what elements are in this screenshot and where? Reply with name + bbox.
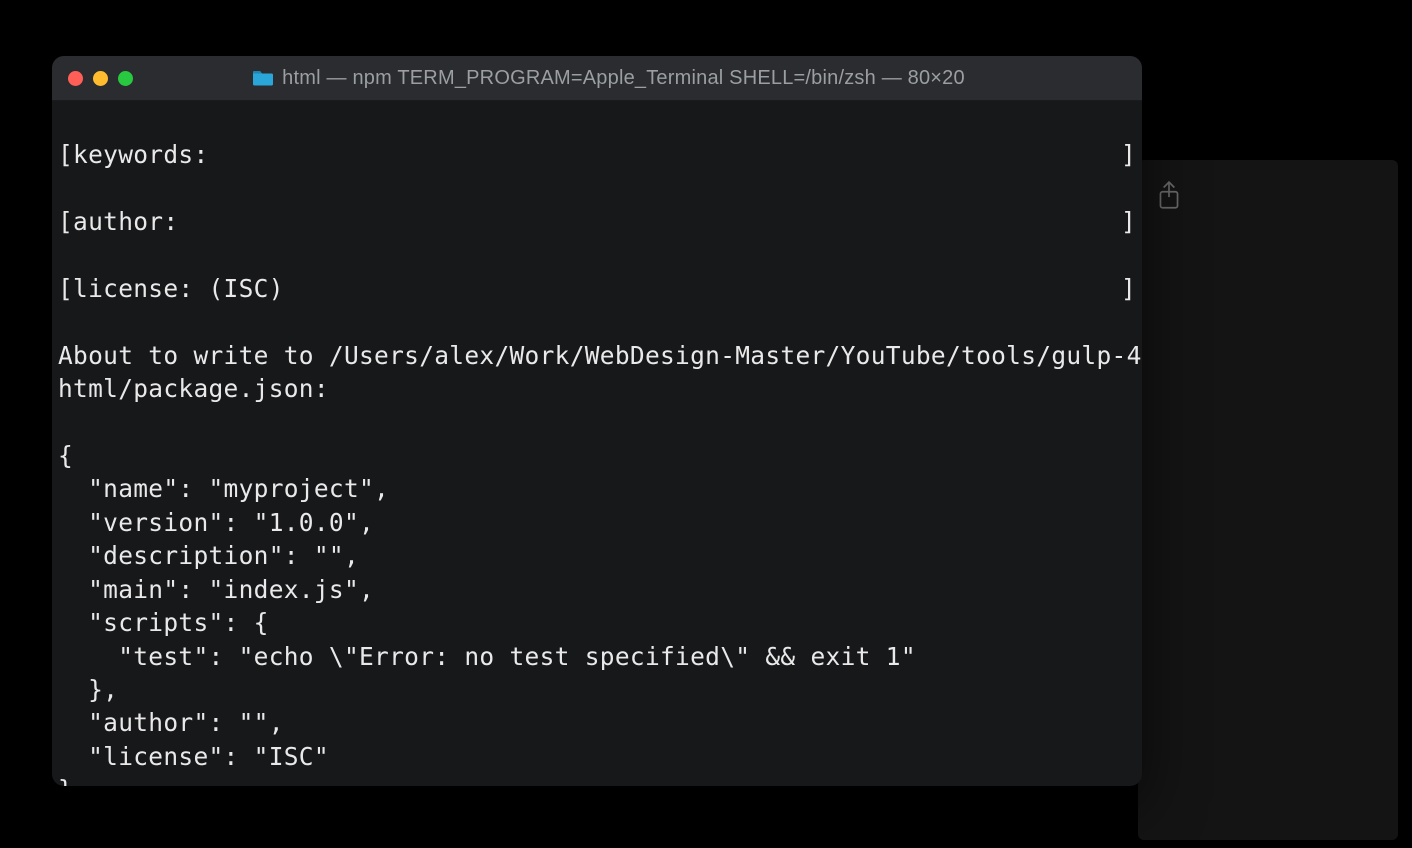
prompt-license: [license: (ISC) <box>58 272 284 305</box>
bracket-close: ] <box>1121 138 1136 171</box>
json-line: "author": "", <box>58 708 284 737</box>
titlebar[interactable]: html — npm TERM_PROGRAM=Apple_Terminal S… <box>52 56 1142 101</box>
prompt-keywords: [keywords: <box>58 138 209 171</box>
background-window <box>1138 160 1398 840</box>
terminal-window[interactable]: html — npm TERM_PROGRAM=Apple_Terminal S… <box>52 56 1142 786</box>
json-line: } <box>58 775 73 786</box>
share-icon <box>1156 180 1182 216</box>
json-line: "version": "1.0.0", <box>58 508 374 537</box>
json-line: "scripts": { <box>58 608 269 637</box>
window-title: html — npm TERM_PROGRAM=Apple_Terminal S… <box>91 67 1126 90</box>
bracket-close: ] <box>1121 272 1136 305</box>
prompt-author: [author: <box>58 205 178 238</box>
json-line: { <box>58 441 73 470</box>
about-line-2: html/package.json: <box>58 374 329 403</box>
close-window-button[interactable] <box>68 71 83 86</box>
terminal-output[interactable]: [keywords:] [author:] [license: (ISC)] A… <box>52 101 1142 786</box>
json-line: "name": "myproject", <box>58 474 389 503</box>
json-line: }, <box>58 675 118 704</box>
json-line: "test": "echo \"Error: no test specified… <box>58 642 916 671</box>
bracket-close: ] <box>1121 205 1136 238</box>
window-title-text: html — npm TERM_PROGRAM=Apple_Terminal S… <box>282 67 965 90</box>
about-line-1: About to write to /Users/alex/Work/WebDe… <box>58 341 1142 370</box>
json-line: "license": "ISC" <box>58 742 329 771</box>
json-line: "main": "index.js", <box>58 575 374 604</box>
folder-icon <box>252 69 274 87</box>
json-line: "description": "", <box>58 541 359 570</box>
